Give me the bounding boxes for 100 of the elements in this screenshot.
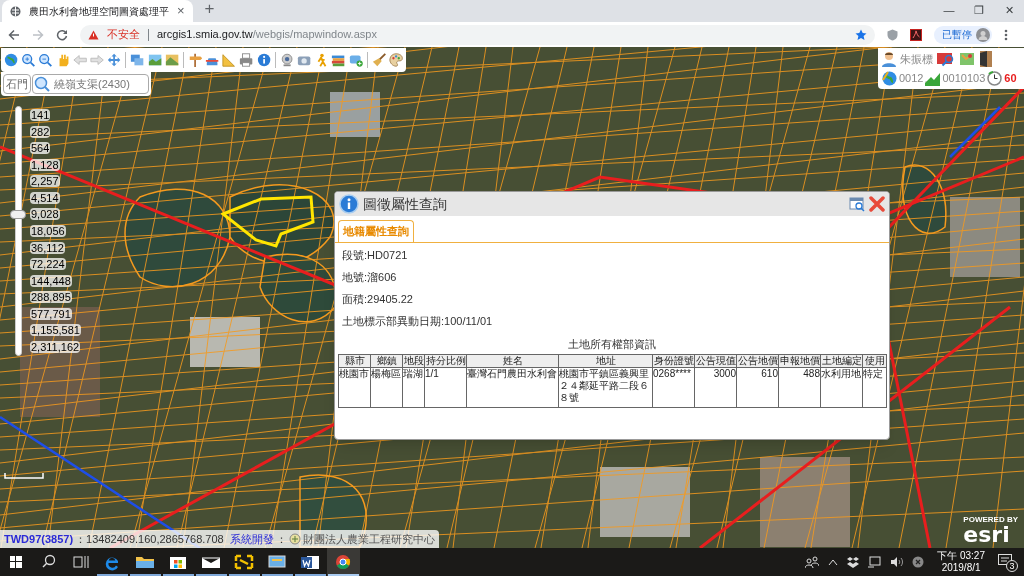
- scale-label: 1,155,581: [30, 324, 81, 337]
- separator-text: ：: [275, 531, 287, 547]
- column-header: 鄉鎮: [370, 354, 403, 368]
- broom-icon[interactable]: [371, 52, 386, 68]
- security-label: 不安全: [107, 27, 140, 43]
- move-arrows-icon[interactable]: [107, 52, 122, 68]
- search-field[interactable]: 繞嶺支渠(2430): [32, 74, 149, 94]
- zoom-slider-thumb[interactable]: [10, 209, 26, 219]
- people-icon[interactable]: [805, 556, 820, 568]
- unit-code: 0010103: [942, 71, 986, 86]
- minimize-button[interactable]: —: [934, 0, 964, 20]
- clock[interactable]: 下午 03:27 2019/8/1: [933, 550, 989, 574]
- table-cell: 610: [736, 367, 779, 408]
- column-header: 公告地價: [736, 354, 779, 368]
- map-icon[interactable]: [959, 51, 975, 67]
- column-header: 申報地價: [778, 354, 821, 368]
- error-status-icon[interactable]: [912, 556, 925, 568]
- info-icon: [339, 194, 359, 214]
- browser-tab[interactable]: 農田水利會地理空間圖資處理平 ×: [2, 0, 193, 22]
- pdf-icon[interactable]: [910, 28, 922, 41]
- column-header: 姓名: [466, 354, 559, 368]
- column-header: 公告現值: [694, 354, 737, 368]
- dialog-title: 圖徵屬性查詢: [363, 194, 448, 214]
- column-header: 身份證號: [652, 354, 695, 368]
- column-header: 使用: [862, 354, 887, 368]
- attribute-field: 段號:HD0721: [342, 248, 882, 262]
- dropbox-icon[interactable]: [847, 556, 860, 568]
- webcam-icon[interactable]: [279, 52, 294, 68]
- profile-button[interactable]: 已暫停: [934, 25, 992, 44]
- bookmark-star-icon[interactable]: [855, 28, 867, 41]
- map-image-icon[interactable]: [164, 52, 179, 68]
- speaker-icon[interactable]: [890, 556, 904, 568]
- scale-line-icon: [4, 473, 44, 479]
- powered-by-label: POWERED BY: [963, 515, 1018, 524]
- info-icon[interactable]: [256, 52, 271, 68]
- user-name: 朱振標: [900, 51, 933, 67]
- card-search-icon[interactable]: [937, 51, 955, 67]
- back-icon[interactable]: [8, 28, 20, 41]
- table-cell: 桃園市: [338, 367, 371, 408]
- notification-icon: [998, 554, 1012, 566]
- district-selector[interactable]: 石門: [3, 74, 31, 94]
- clock-time: 下午 03:27: [937, 550, 985, 562]
- session-timer: 60: [1004, 71, 1017, 86]
- organization-logo-icon: [288, 533, 301, 545]
- table-cell: 0268****: [652, 367, 695, 408]
- door-icon[interactable]: [979, 50, 993, 68]
- palette-icon[interactable]: [388, 52, 404, 68]
- table-cell: 特定: [862, 367, 887, 408]
- column-header: 持分比例: [424, 354, 467, 368]
- chrome-icon[interactable]: [327, 548, 360, 576]
- table-cell: 水利用地: [820, 367, 863, 408]
- area-code: 0012: [899, 71, 924, 86]
- close-button[interactable]: ✕: [994, 0, 1024, 20]
- column-header: 土地編定: [820, 354, 863, 368]
- globe-icon[interactable]: [4, 52, 19, 68]
- globe-icon: [10, 5, 21, 17]
- window-search-icon[interactable]: [849, 196, 865, 212]
- coordinates-text: ：13482409.160,2865768.708: [75, 531, 224, 547]
- crs-label: TWD97(3857): [4, 531, 74, 547]
- scale-label: 288,895: [30, 291, 72, 304]
- scale-label: 141: [30, 109, 51, 121]
- shield-icon[interactable]: [887, 28, 898, 41]
- attribute-field: 土地標示部異動日期:100/11/01: [342, 314, 882, 328]
- maximize-button[interactable]: ❐: [964, 0, 994, 20]
- menu-icon[interactable]: [1004, 28, 1008, 41]
- notification-button[interactable]: 3: [998, 552, 1018, 572]
- zoom-slider-track[interactable]: [10, 106, 26, 356]
- reload-icon[interactable]: [56, 28, 68, 41]
- close-icon[interactable]: [869, 196, 885, 212]
- column-header: 縣市: [338, 354, 371, 368]
- ruler-triangle-icon[interactable]: [222, 52, 237, 68]
- url-text: arcgis1.smia.gov.tw/webgis/mapwindow.aspx: [157, 27, 378, 43]
- developer-name: 財團法人農業工程研究中心: [302, 531, 435, 547]
- column-header: 地址: [558, 354, 653, 368]
- developer-label: 系統開發: [229, 531, 274, 547]
- scale-label: 2,257: [30, 175, 60, 188]
- globe-icon: [882, 70, 897, 86]
- tab-close-button[interactable]: ×: [177, 1, 185, 21]
- clock-date: 2019/8/1: [941, 562, 981, 574]
- zoom-in-icon[interactable]: [21, 52, 36, 68]
- table-title: 土地所有權部資訊: [567, 336, 657, 352]
- scale-label: 9,028: [30, 208, 60, 221]
- user-icon: [882, 51, 896, 67]
- signpost-icon[interactable]: [187, 52, 202, 68]
- address-bar[interactable]: 不安全 arcgis1.smia.gov.tw/webgis/mapwindow.aspx: [80, 24, 875, 45]
- notification-count: 3: [1006, 560, 1018, 572]
- zoom-out-icon[interactable]: [38, 52, 53, 68]
- avatar-icon: [976, 27, 990, 42]
- network-icon[interactable]: [868, 556, 882, 568]
- layers-icon[interactable]: [130, 52, 145, 68]
- printer-icon[interactable]: [239, 52, 254, 68]
- scale-label: 72,224: [30, 258, 66, 271]
- landscape-image-icon[interactable]: [147, 52, 162, 68]
- table-cell: 楊梅區: [370, 367, 403, 408]
- new-tab-button[interactable]: +: [204, 0, 215, 21]
- table-cell: 1/1: [424, 367, 467, 408]
- column-header: 地段: [402, 354, 425, 368]
- chevron-up-icon[interactable]: [828, 558, 839, 566]
- esri-logo: esri: [963, 524, 1010, 546]
- table-cell: 3000: [694, 367, 737, 408]
